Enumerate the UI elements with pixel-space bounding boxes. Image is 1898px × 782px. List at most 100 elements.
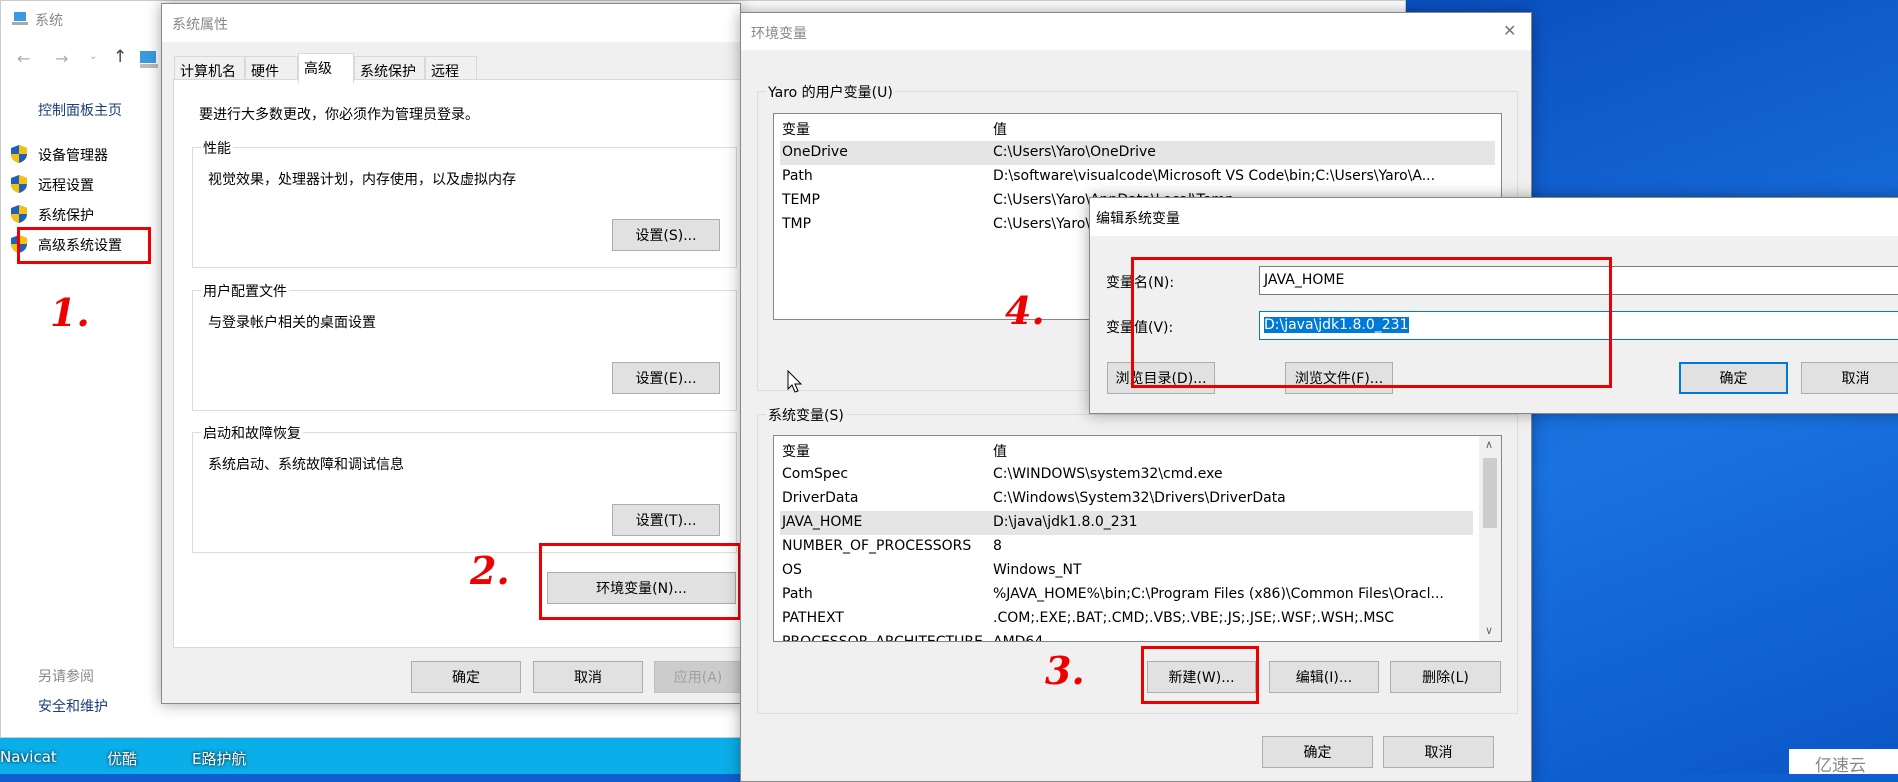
var-name: JAVA_HOME [782,514,863,530]
ok-button[interactable]: 确定 [1262,736,1373,768]
var-name: TEMP [782,192,820,208]
chevron-down-icon[interactable]: ⌄ [89,51,97,62]
column-header-value[interactable]: 值 [993,441,1007,461]
group-desc: 视觉效果，处理器计划，内存使用，以及虚拟内存 [208,172,516,188]
security-maintenance-link[interactable]: 安全和维护 [38,696,108,716]
location-computer-icon [140,51,158,68]
group-label: 用户配置文件 [201,281,289,301]
annotation-box-2 [539,543,741,620]
scrollbar[interactable]: ∧ ∨ [1479,436,1501,641]
tab-advanced[interactable]: 高级 [298,53,354,83]
table-row[interactable]: NUMBER_OF_PROCESSORS 8 [780,535,1473,559]
var-name: Path [782,586,813,602]
annotation-label-3: 3. [1045,648,1085,693]
taskbar-item-youku[interactable]: 优酷 [107,748,137,769]
nav-remote-settings[interactable]: 远程设置 [38,175,94,195]
admin-note: 要进行大多数更改，你必须作为管理员登录。 [199,107,479,123]
title-bar: 编辑系统变量 [1090,198,1898,236]
var-name: OS [782,562,802,578]
annotation-label-4: 4. [1005,288,1045,333]
cancel-button[interactable]: 取消 [1801,362,1898,394]
table-row[interactable]: DriverData C:\Windows\System32\Drivers\Dr… [780,487,1473,511]
title-bar: 环境变量 ✕ [741,13,1531,50]
scroll-up-icon[interactable]: ∧ [1485,438,1493,451]
var-name: PATHEXT [782,610,844,626]
list-header: 变量 值 [780,438,1473,462]
annotation-box-1 [17,227,151,264]
taskbar-item-navicat[interactable]: Navicat [0,748,57,766]
dialog-title: 系统属性 [172,17,228,33]
var-value: D:\java\jdk1.8.0_231 [993,514,1138,530]
startup-settings-button[interactable]: 设置(T)... [612,504,720,536]
nav-control-panel-home[interactable]: 控制面板主页 [38,100,122,120]
table-row[interactable]: PROCESSOR_ARCHITECTURE AMD64 [780,631,1473,642]
back-icon[interactable]: ← [17,49,30,68]
annotation-label-1: 1. [50,290,90,335]
delete-button[interactable]: 删除(L) [1390,661,1501,693]
ok-button[interactable]: 确定 [411,661,521,693]
cancel-button[interactable]: 取消 [1383,736,1494,768]
table-row[interactable]: Path %JAVA_HOME%\bin;C:\Program Files (x8… [780,583,1473,607]
taskbar-item-elu[interactable]: E路护航 [192,748,246,769]
computer-icon [12,12,28,25]
up-icon[interactable]: ↑ [113,47,127,67]
var-name: TMP [782,216,812,232]
var-name: DriverData [782,490,859,506]
table-row[interactable]: Path D:\software\visualcode\Microsoft VS … [780,165,1495,189]
scrollbar-thumb[interactable] [1483,458,1497,528]
var-name: ComSpec [782,466,849,482]
shield-icon [11,145,27,163]
group-desc: 与登录帐户相关的桌面设置 [208,315,376,331]
table-row[interactable]: OneDrive C:\Users\Yaro\OneDrive [780,141,1495,165]
group-label: 启动和故障恢复 [201,423,303,443]
group-performance: 性能 视觉效果，处理器计划，内存使用，以及虚拟内存 设置(S)... [192,138,737,268]
group-label: 性能 [201,138,233,158]
nav-system-protection[interactable]: 系统保护 [38,205,94,225]
see-also-heading: 另请参阅 [38,669,94,685]
table-row[interactable]: JAVA_HOME D:\java\jdk1.8.0_231 [780,511,1473,535]
var-name: PROCESSOR_ARCHITECTURE [782,634,983,642]
dialog-title: 编辑系统变量 [1096,211,1180,227]
column-header-value[interactable]: 值 [993,119,1007,139]
shield-icon [11,205,27,223]
var-value: AMD64 [993,634,1044,642]
ok-button[interactable]: 确定 [1679,362,1788,394]
group-label: 系统变量(S) [766,405,846,425]
column-header-variable[interactable]: 变量 [782,119,810,139]
title-bar: 系统属性 [162,4,740,42]
column-header-variable[interactable]: 变量 [782,441,810,461]
group-label: Yaro 的用户变量(U) [766,82,895,102]
var-name: OneDrive [782,144,848,160]
forward-icon[interactable]: → [55,49,68,68]
nav-device-manager[interactable]: 设备管理器 [38,145,108,165]
var-value: D:\software\visualcode\Microsoft VS Code… [993,168,1436,184]
scroll-down-icon[interactable]: ∨ [1485,624,1493,637]
cancel-button[interactable]: 取消 [533,661,643,693]
var-value: 8 [993,538,1002,554]
group-user-profiles: 用户配置文件 与登录帐户相关的桌面设置 设置(E)... [192,281,737,411]
user-profile-settings-button[interactable]: 设置(E)... [612,362,720,394]
var-value: C:\Users\Yaro\OneDrive [993,144,1156,160]
var-value: C:\Windows\System32\Drivers\DriverData [993,490,1286,506]
performance-settings-button[interactable]: 设置(S)... [612,219,720,251]
edit-button[interactable]: 编辑(I)... [1269,661,1379,693]
annotation-box-3 [1141,646,1259,704]
table-row[interactable]: OS Windows_NT [780,559,1473,583]
apply-button[interactable]: 应用(A) [654,661,742,693]
table-row[interactable]: ComSpec C:\WINDOWS\system32\cmd.exe [780,463,1473,487]
var-value: %JAVA_HOME%\bin;C:\Program Files (x86)\C… [993,586,1444,602]
list-header: 变量 值 [780,116,1495,140]
close-icon[interactable]: ✕ [1503,21,1516,40]
var-value: .COM;.EXE;.BAT;.CMD;.VBS;.VBE;.JS;.JSE;.… [993,610,1395,626]
dialog-title: 环境变量 [751,26,807,42]
system-variables-list[interactable]: 变量 值 ComSpec C:\WINDOWS\system32\cmd.exe Dr… [773,435,1502,642]
annotation-box-4 [1131,257,1612,388]
group-startup-recovery: 启动和故障恢复 系统启动、系统故障和调试信息 设置(T)... [192,423,737,553]
var-value: Windows_NT [993,562,1082,578]
mouse-cursor-icon [787,370,803,393]
table-row[interactable]: PATHEXT .COM;.EXE;.BAT;.CMD;.VBS;.VBE;.JS… [780,607,1473,631]
var-value: C:\WINDOWS\system32\cmd.exe [993,466,1223,482]
window-title: 系统 [35,13,63,29]
shield-icon [11,175,27,193]
taskbar: Navicat 优酷 E路护航 [0,738,740,774]
